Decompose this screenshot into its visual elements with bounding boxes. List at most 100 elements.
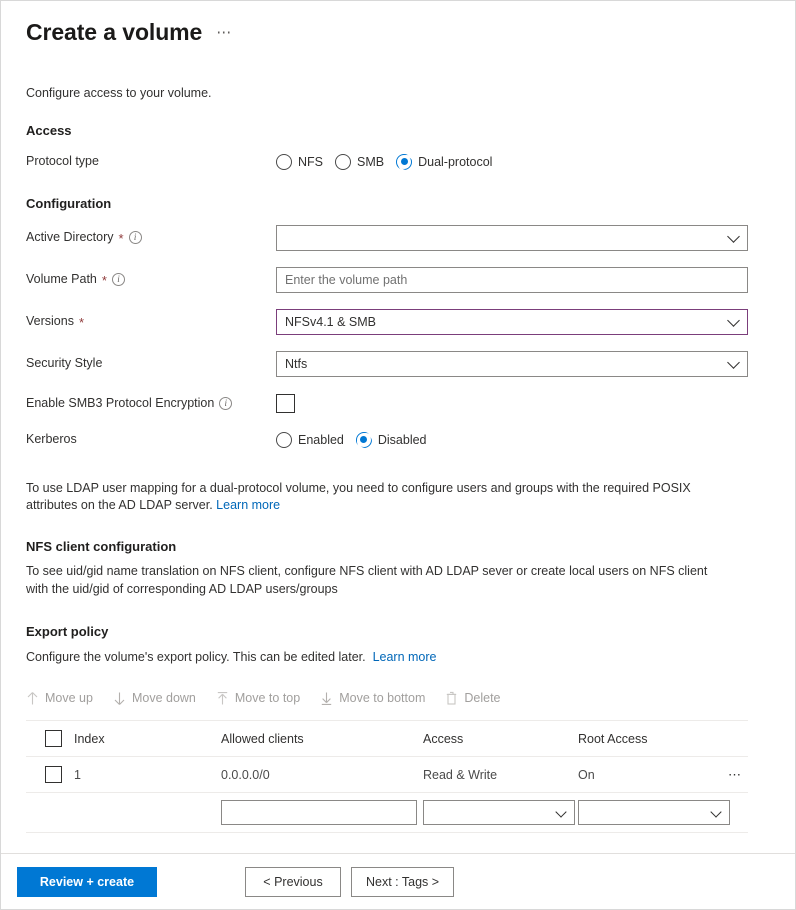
versions-label-text: Versions	[26, 314, 74, 329]
smb3-encryption-label: Enable SMB3 Protocol Encryption i	[26, 395, 276, 411]
versions-select[interactable]: NFSv4.1 & SMB	[276, 308, 748, 335]
kerberos-radio-group: Enabled Disabled	[276, 431, 770, 451]
volume-path-placeholder: Enter the volume path	[285, 272, 408, 287]
column-header-root-access[interactable]: Root Access	[578, 732, 728, 746]
protocol-type-label: Protocol type	[26, 153, 276, 169]
smb3-encryption-checkbox[interactable]	[276, 394, 295, 414]
protocol-type-row: Protocol type NFS SMB Dual-protocol	[26, 152, 770, 173]
radio-label: Enabled	[298, 432, 344, 447]
volume-path-row: Volume Path * i Enter the volume path	[26, 266, 770, 293]
create-volume-blade: Create a volume ⋯ Configure access to yo…	[0, 0, 796, 910]
move-up-button[interactable]: Move up	[26, 691, 93, 706]
arrow-to-top-icon	[216, 691, 229, 706]
chevron-down-icon	[727, 229, 740, 243]
page-title: Create a volume	[26, 19, 203, 45]
select-all-checkbox[interactable]	[45, 730, 62, 748]
security-style-row: Security Style Ntfs	[26, 350, 770, 377]
chevron-down-icon	[727, 355, 740, 369]
ldap-note-text: To use LDAP user mapping for a dual-prot…	[26, 480, 691, 513]
review-create-button[interactable]: Review + create	[17, 866, 157, 897]
radio-protocol-smb[interactable]: SMB	[335, 153, 384, 170]
move-down-label: Move down	[131, 691, 196, 706]
nfs-client-text: To see uid/gid name translation on NFS c…	[26, 564, 708, 596]
info-icon[interactable]: i	[219, 397, 233, 411]
new-allowed-clients-input[interactable]	[221, 800, 417, 826]
smb3-encryption-row: Enable SMB3 Protocol Encryption i	[26, 394, 770, 414]
volume-path-label: Volume Path * i	[26, 271, 276, 287]
radio-circle-icon	[276, 431, 292, 448]
required-asterisk: *	[101, 273, 107, 289]
column-header-allowed-clients[interactable]: Allowed clients	[221, 732, 423, 746]
protocol-type-label-text: Protocol type	[26, 154, 99, 169]
cell-allowed-clients: 0.0.0.0/0	[221, 767, 270, 782]
move-to-bottom-button[interactable]: Move to bottom	[320, 691, 425, 706]
radio-label: Dual-protocol	[418, 154, 493, 169]
info-icon[interactable]: i	[111, 273, 125, 287]
column-header-index[interactable]: Index	[74, 732, 221, 746]
row-context-menu-icon[interactable]: ⋯	[728, 767, 743, 782]
export-policy-learn-more-link[interactable]: Learn more	[373, 650, 437, 664]
radio-circle-selected-icon	[396, 153, 415, 173]
blade-header: Create a volume ⋯	[1, 1, 795, 47]
required-asterisk: *	[78, 315, 85, 331]
blade-footer: Review + create < Previous Next : Tags >	[1, 853, 795, 909]
column-header-access[interactable]: Access	[423, 732, 578, 746]
kerberos-label-text: Kerberos	[26, 432, 77, 447]
next-tags-button[interactable]: Next : Tags >	[351, 866, 455, 897]
security-style-select[interactable]: Ntfs	[276, 350, 748, 377]
more-options-icon[interactable]: ⋯	[216, 25, 233, 40]
cell-index: 1	[74, 767, 81, 782]
table-row[interactable]: 1 0.0.0.0/0 Read & Write On ⋯	[26, 757, 748, 794]
chevron-down-icon	[727, 313, 740, 327]
radio-protocol-dual[interactable]: Dual-protocol	[396, 153, 493, 173]
volume-path-label-text: Volume Path	[26, 272, 97, 287]
radio-label: NFS	[298, 154, 323, 169]
move-to-top-label: Move to top	[234, 691, 301, 706]
active-directory-label: Active Directory * i	[26, 229, 276, 245]
move-to-top-button[interactable]: Move to top	[216, 691, 300, 706]
info-icon[interactable]: i	[128, 231, 142, 245]
security-style-label: Security Style	[26, 355, 276, 371]
trash-icon	[445, 691, 458, 706]
delete-label: Delete	[464, 691, 501, 706]
export-policy-description: Configure the volume's export policy. Th…	[26, 649, 726, 667]
blade-content: Configure access to your volume. Access …	[1, 47, 795, 853]
security-style-value: Ntfs	[285, 356, 308, 371]
ldap-learn-more-link[interactable]: Learn more	[216, 498, 280, 512]
smb3-encryption-label-text: Enable SMB3 Protocol Encryption	[26, 396, 215, 411]
arrow-up-icon	[26, 691, 39, 706]
row-checkbox[interactable]	[45, 766, 62, 784]
versions-value: NFSv4.1 & SMB	[285, 314, 376, 329]
security-style-label-text: Security Style	[26, 356, 103, 371]
export-policy-description-text: Configure the volume's export policy. Th…	[26, 649, 366, 664]
arrow-to-bottom-icon	[320, 691, 333, 706]
kerberos-row: Kerberos Enabled Disabled	[26, 430, 770, 451]
export-policy-toolbar: Move up Move down Move to top Move to bo…	[26, 682, 770, 714]
versions-label: Versions *	[26, 313, 276, 329]
active-directory-select[interactable]	[276, 224, 748, 251]
export-policy-heading: Export policy	[26, 623, 109, 639]
delete-button[interactable]: Delete	[445, 691, 501, 706]
move-down-button[interactable]: Move down	[113, 691, 196, 706]
radio-circle-selected-icon	[355, 431, 375, 451]
access-heading: Access	[26, 122, 72, 138]
chevron-down-icon	[555, 806, 567, 818]
move-to-bottom-label: Move to bottom	[339, 691, 426, 706]
radio-circle-icon	[276, 153, 292, 170]
previous-button[interactable]: < Previous	[245, 866, 341, 897]
cell-root-access: On	[578, 767, 595, 782]
radio-kerberos-enabled[interactable]: Enabled	[276, 431, 344, 448]
arrow-down-icon	[113, 691, 126, 706]
radio-kerberos-disabled[interactable]: Disabled	[355, 431, 427, 451]
volume-path-input[interactable]: Enter the volume path	[276, 266, 748, 293]
export-policy-table: Index Allowed clients Access Root Access…	[26, 720, 748, 834]
required-asterisk: *	[118, 231, 124, 247]
intro-text: Configure access to your volume.	[26, 85, 212, 100]
radio-label: Disabled	[377, 432, 427, 447]
chevron-down-icon	[710, 806, 722, 818]
new-access-select[interactable]	[423, 800, 575, 826]
kerberos-label: Kerberos	[26, 431, 276, 447]
new-root-access-select[interactable]	[578, 800, 730, 826]
radio-protocol-nfs[interactable]: NFS	[276, 153, 323, 170]
active-directory-label-text: Active Directory	[26, 230, 114, 245]
